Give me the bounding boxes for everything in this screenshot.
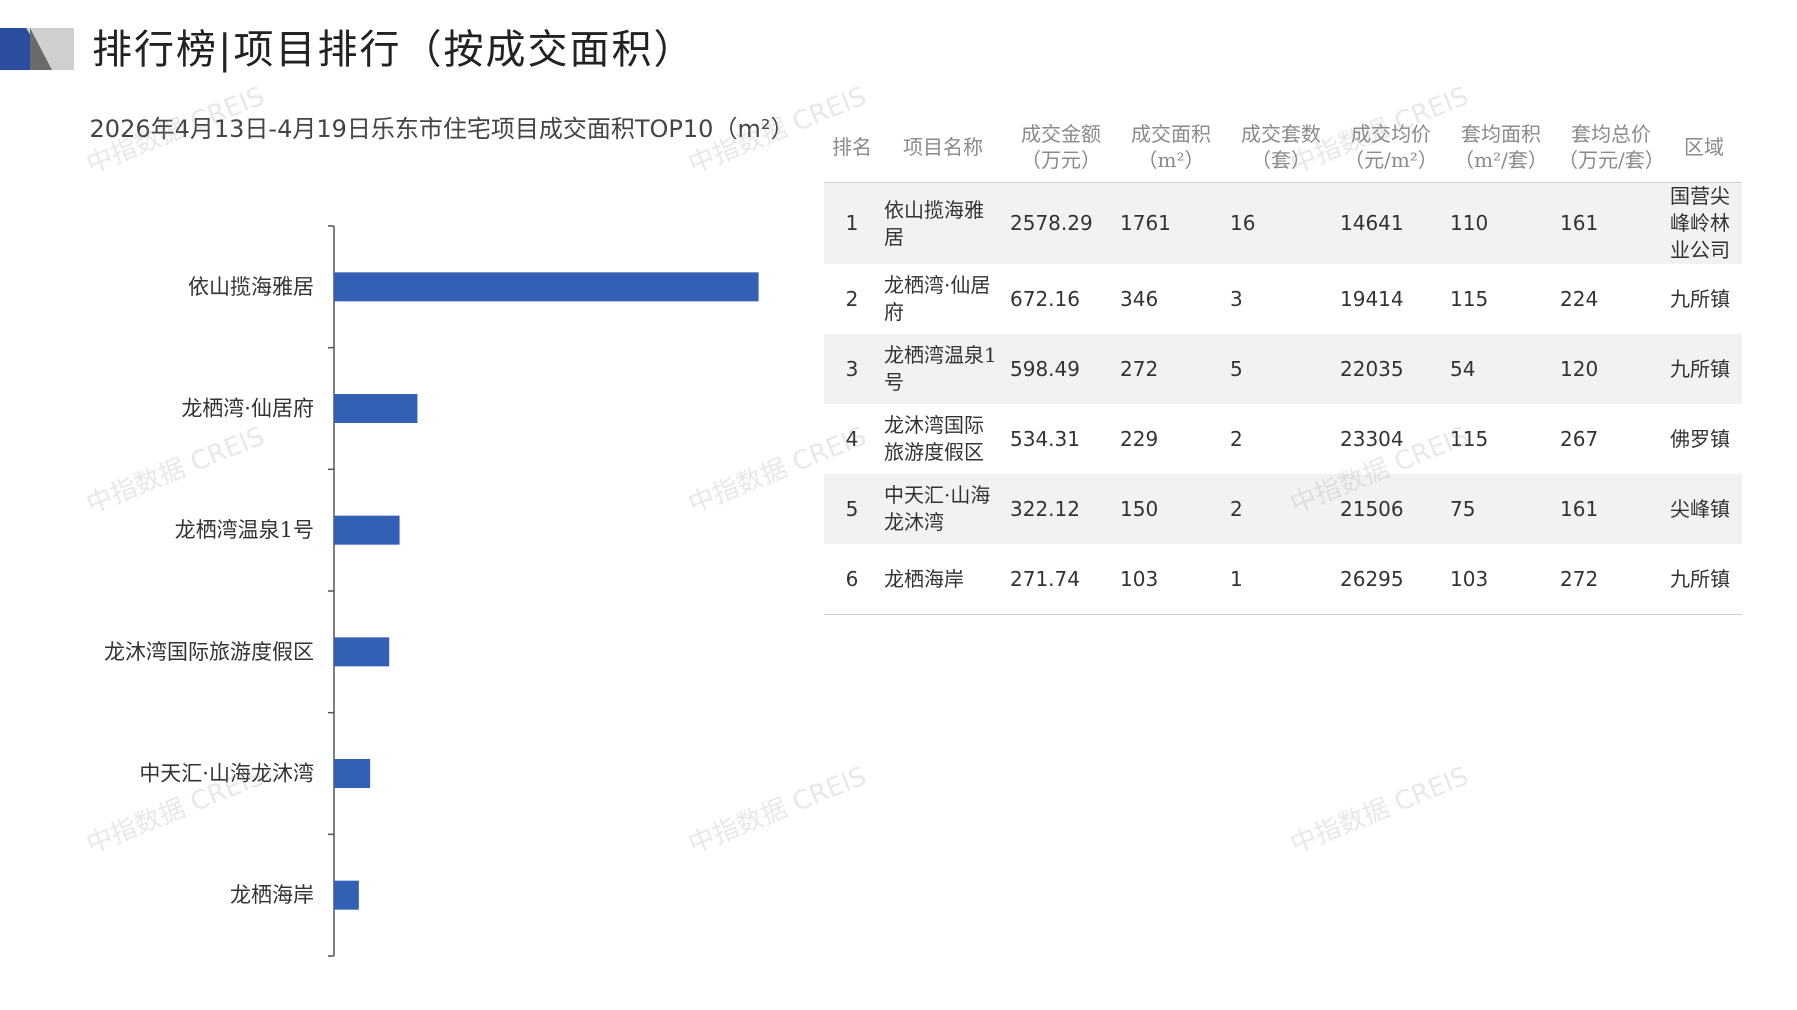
watermark: 中指数据 CREIS (1286, 761, 1473, 861)
category-label: 龙栖海岸 (230, 883, 314, 907)
table-cell: 龙栖湾·仙居府 (884, 273, 991, 324)
table-cell: 4 (845, 426, 859, 451)
table-cell: 依山揽海雅居 (880, 182, 1006, 264)
table-header-row: 排名 项目名称 成交金额（万元） 成交面积（m²） 成交套数（套） 成交均价（元/m²）套… (824, 112, 1742, 183)
table-cell: 14641 (1336, 182, 1446, 264)
ranking-table: 排名 项目名称 成交金额（万元） 成交面积（m²） 成交套数（套） 成交均价（元/m²）套… (824, 112, 1742, 615)
table-cell: 3 (824, 334, 880, 404)
table-cell: 115 (1450, 286, 1489, 311)
table-cell: 534.31 (1010, 426, 1080, 451)
table-cell: 272 (1556, 544, 1666, 615)
table-cell: 尖峰镇 (1666, 474, 1742, 544)
column-header: 项目名称 (880, 112, 1006, 183)
table-row: 2 龙栖湾·仙居府 672.16 346 3 19414 115 224 九所镇 (824, 264, 1742, 334)
table-cell: 3 (1230, 286, 1243, 311)
table-cell: 115 (1450, 426, 1489, 451)
table-cell: 2 (1230, 426, 1243, 451)
table-cell: 21506 (1336, 474, 1446, 544)
table-cell: 103 (1446, 544, 1556, 615)
table-cell: 598.49 (1006, 334, 1116, 404)
table-cell: 龙沐湾国际旅游度假区 (884, 413, 984, 464)
table-cell: 19414 (1340, 286, 1404, 311)
table-cell: 2578.29 (1006, 182, 1116, 264)
bar-chart: 依山揽海雅居龙栖湾·仙居府龙栖湾温泉1号龙沐湾国际旅游度假区中天汇·山海龙沐湾龙… (104, 225, 759, 957)
table-row: 5 中天汇·山海龙沐湾 322.12 150 2 21506 75 161 尖峰镇 (824, 474, 1742, 544)
table-cell: 229 (1120, 426, 1159, 451)
table-cell: 九所镇 (1666, 544, 1742, 615)
table-cell: 2 (1226, 474, 1336, 544)
table-cell: 161 (1556, 182, 1666, 264)
column-header: 区域 (1666, 112, 1742, 183)
table-cell: 224 (1560, 286, 1599, 311)
table-cell: 103 (1116, 544, 1226, 615)
column-header: 套均面积（m²/套） (1446, 112, 1556, 183)
column-header: 成交套数（套） (1226, 112, 1336, 183)
table-cell: 中天汇·山海龙沐湾 (880, 474, 1006, 544)
column-header: 排名 (824, 112, 880, 183)
table-row: 3 龙栖湾温泉1号 598.49 272 5 22035 54 120 九所镇 (824, 334, 1742, 404)
table-cell: 龙栖湾温泉1号 (880, 334, 1006, 404)
table-cell: 272 (1116, 334, 1226, 404)
column-header: 成交均价（元/m²） (1336, 112, 1446, 183)
column-header: 套均总价（万元/套） (1556, 112, 1666, 183)
table-cell: 22035 (1336, 334, 1446, 404)
table-cell: 75 (1446, 474, 1556, 544)
table-cell: 161 (1556, 474, 1666, 544)
table-cell: 54 (1446, 334, 1556, 404)
table-cell: 16 (1226, 182, 1336, 264)
table-row: 1 依山揽海雅居 2578.29 1761 16 14641 110 161 国营尖峰岭林业公司 (824, 182, 1742, 264)
table-cell: 2 (845, 286, 859, 311)
category-label: 中天汇·山海龙沐湾 (139, 762, 314, 786)
bar (334, 272, 759, 302)
table-cell: 26295 (1336, 544, 1446, 615)
table-cell: 110 (1446, 182, 1556, 264)
table-cell: 150 (1116, 474, 1226, 544)
category-label: 依山揽海雅居 (188, 275, 314, 299)
table-cell: 佛罗镇 (1670, 426, 1730, 451)
table-cell: 6 (824, 544, 880, 615)
table-cell: 267 (1560, 426, 1599, 451)
table-row: 6 龙栖海岸 271.74 103 1 26295 103 272 九所镇 (824, 544, 1742, 615)
column-header: 成交金额（万元） (1006, 112, 1116, 183)
category-label: 龙栖湾温泉1号 (175, 518, 314, 542)
table-cell: 1 (824, 182, 880, 264)
table-cell: 346 (1120, 286, 1159, 311)
table-cell: 672.16 (1010, 286, 1080, 311)
table-cell: 271.74 (1006, 544, 1116, 615)
category-label: 龙栖湾·仙居府 (181, 397, 314, 421)
table-cell: 120 (1556, 334, 1666, 404)
table-row: 4 龙沐湾国际旅游度假区 534.31 229 2 23304 115 267 佛罗镇 (824, 404, 1742, 474)
table-cell: 1 (1226, 544, 1336, 615)
bar (334, 759, 371, 788)
table-cell: 1761 (1116, 182, 1226, 264)
table-cell: 龙栖海岸 (880, 544, 1006, 615)
table-cell: 23304 (1340, 426, 1404, 451)
table-cell: 九所镇 (1670, 286, 1730, 311)
table-cell: 5 (824, 474, 880, 544)
bar (334, 394, 418, 423)
bar (334, 637, 390, 667)
bar (334, 515, 400, 545)
bar (334, 880, 359, 910)
category-label: 龙沐湾国际旅游度假区 (104, 640, 314, 664)
table-cell: 5 (1226, 334, 1336, 404)
table-cell: 九所镇 (1666, 334, 1742, 404)
table-cell: 国营尖峰岭林业公司 (1666, 182, 1742, 264)
column-header: 成交面积（m²） (1116, 112, 1226, 183)
table-cell: 322.12 (1006, 474, 1116, 544)
